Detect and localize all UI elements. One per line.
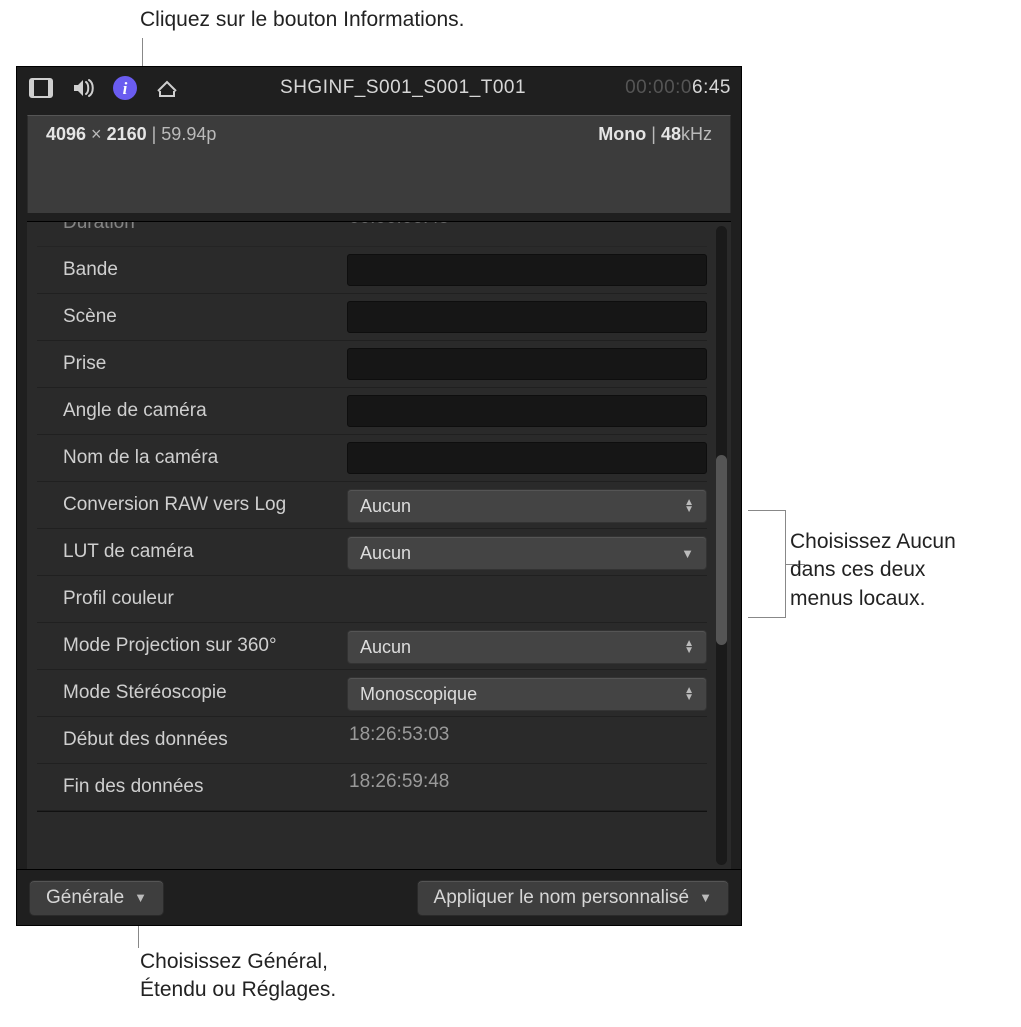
input-scene[interactable]	[347, 301, 707, 333]
callout-right: Choisissez Aucun dans ces deux menus loc…	[790, 528, 1010, 613]
row-data-end: Fin des données 18:26:59:48	[37, 764, 707, 811]
metadata-scroll-area: Duration 00:00:06:45 Bande Scène Prise A…	[27, 221, 731, 869]
row-cutoff	[37, 811, 707, 827]
popup-360-projection[interactable]: Aucun ▲▼	[347, 630, 707, 664]
chevron-down-icon: ▼	[699, 890, 712, 905]
popup-stereo-mode[interactable]: Monoscopique ▲▼	[347, 677, 707, 711]
row-camera-angle: Angle de caméra	[37, 388, 707, 435]
input-prise[interactable]	[347, 348, 707, 380]
inspector-toolbar: i SHGINF_S001_S001_T001 00:00:06:45	[17, 67, 741, 109]
chevron-down-icon: ▼	[134, 890, 147, 905]
share-inspector-icon[interactable]	[153, 74, 181, 102]
label-prise: Prise	[37, 353, 347, 375]
row-bande: Bande	[37, 247, 707, 294]
format-summary: 4096 × 2160 | 59.94p Mono | 48kHz	[27, 115, 731, 213]
res-sep: |	[147, 124, 162, 144]
chevron-down-icon: ▼	[681, 546, 694, 561]
value-data-end: 18:26:59:48	[347, 771, 707, 803]
audio-inspector-icon[interactable]	[69, 74, 97, 102]
scrollbar-thumb[interactable]	[716, 455, 727, 645]
label-camera-angle: Angle de caméra	[37, 400, 347, 422]
callout-right-line2: dans ces deux	[790, 556, 1010, 584]
callout-bottom: Choisissez Général, Étendu ou Réglages.	[140, 948, 336, 1005]
row-duration: Duration 00:00:06:45	[37, 221, 707, 247]
frame-rate: 59.94p	[161, 124, 216, 144]
popup-stereo-mode-value: Monoscopique	[360, 684, 477, 705]
popup-raw-to-log[interactable]: Aucun ▲▼	[347, 489, 707, 523]
inspector-footer: Générale ▼ Appliquer le nom personnalisé…	[17, 869, 741, 925]
apply-custom-name-popup[interactable]: Appliquer le nom personnalisé ▼	[417, 880, 729, 916]
audio-rate-unit: kHz	[681, 124, 712, 144]
label-360-projection: Mode Projection sur 360°	[37, 635, 347, 657]
clip-name: SHGINF_S001_S001_T001	[280, 77, 526, 99]
popup-camera-lut[interactable]: Aucun ▼	[347, 536, 707, 570]
row-data-start: Début des données 18:26:53:03	[37, 717, 707, 764]
res-width: 4096	[46, 124, 86, 144]
callout-bottom-line2: Étendu ou Réglages.	[140, 976, 336, 1004]
timecode-highlight: 6:45	[692, 77, 731, 98]
updown-icon: ▲▼	[684, 687, 694, 701]
metadata-view-label: Générale	[46, 887, 124, 909]
audio-rate-num: 48	[661, 124, 681, 144]
audio-mode: Mono	[598, 124, 646, 144]
callout-top-leader	[142, 38, 143, 68]
row-scene: Scène	[37, 294, 707, 341]
popup-raw-to-log-value: Aucun	[360, 496, 411, 517]
clip-timecode: 00:00:06:45	[625, 77, 731, 99]
label-color-profile: Profil couleur	[37, 588, 347, 610]
value-duration: 00:00:06:45	[347, 221, 707, 239]
row-camera-name: Nom de la caméra	[37, 435, 707, 482]
label-duration: Duration	[37, 221, 347, 234]
input-camera-name[interactable]	[347, 442, 707, 474]
callout-bottom-line1: Choisissez Général,	[140, 948, 336, 976]
video-format: 4096 × 2160 | 59.94p	[46, 124, 216, 145]
row-raw-to-log: Conversion RAW vers Log Aucun ▲▼	[37, 482, 707, 529]
metadata-rows: Duration 00:00:06:45 Bande Scène Prise A…	[37, 221, 707, 827]
row-360-projection: Mode Projection sur 360° Aucun ▲▼	[37, 623, 707, 670]
popup-camera-lut-value: Aucun	[360, 543, 411, 564]
callout-right-bracket	[748, 510, 786, 618]
timecode-dim: 00:00:0	[625, 77, 692, 98]
label-camera-lut: LUT de caméra	[37, 541, 347, 563]
info-inspector-icon[interactable]: i	[111, 74, 139, 102]
res-height: 2160	[107, 124, 147, 144]
label-stereo-mode: Mode Stéréoscopie	[37, 682, 347, 704]
callout-top-text: Cliquez sur le bouton Informations.	[140, 8, 465, 31]
updown-icon: ▲▼	[684, 640, 694, 654]
label-bande: Bande	[37, 259, 347, 281]
audio-sep: |	[646, 124, 661, 144]
metadata-view-popup[interactable]: Générale ▼	[29, 880, 164, 916]
label-data-start: Début des données	[37, 729, 347, 751]
callout-right-line3: menus locaux.	[790, 585, 1010, 613]
row-color-profile: Profil couleur	[37, 576, 707, 623]
inspector-panel: i SHGINF_S001_S001_T001 00:00:06:45 4096…	[16, 66, 742, 926]
row-stereo-mode: Mode Stéréoscopie Monoscopique ▲▼	[37, 670, 707, 717]
input-bande[interactable]	[347, 254, 707, 286]
res-times: ×	[86, 124, 107, 144]
callout-right-line1: Choisissez Aucun	[790, 528, 1010, 556]
callout-bottom-leader	[138, 926, 139, 948]
label-data-end: Fin des données	[37, 776, 347, 798]
updown-icon: ▲▼	[684, 499, 694, 513]
input-camera-angle[interactable]	[347, 395, 707, 427]
value-color-profile	[347, 583, 707, 615]
video-inspector-icon[interactable]	[27, 74, 55, 102]
apply-custom-name-label: Appliquer le nom personnalisé	[434, 887, 690, 909]
label-raw-to-log: Conversion RAW vers Log	[37, 494, 347, 516]
callout-top: Cliquez sur le bouton Informations.	[140, 8, 465, 32]
row-camera-lut: LUT de caméra Aucun ▼	[37, 529, 707, 576]
label-scene: Scène	[37, 306, 347, 328]
label-camera-name: Nom de la caméra	[37, 447, 347, 469]
popup-360-projection-value: Aucun	[360, 637, 411, 658]
row-prise: Prise	[37, 341, 707, 388]
value-data-start: 18:26:53:03	[347, 724, 707, 756]
audio-format: Mono | 48kHz	[598, 124, 712, 145]
